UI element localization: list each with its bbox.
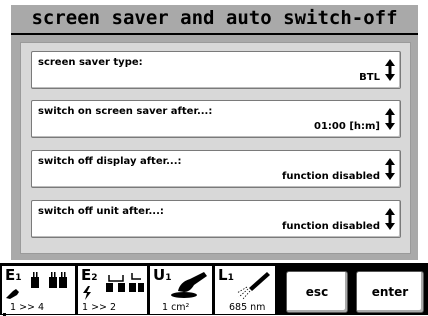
channel-l1-info: 685 nm xyxy=(229,302,266,313)
channel-u1-info: 1 cm² xyxy=(162,302,190,313)
enter-button[interactable]: enter xyxy=(356,271,424,313)
setting-display-off-delay[interactable]: switch off display after...: function di… xyxy=(31,150,401,188)
lightning-icon xyxy=(83,286,91,300)
setting-label: switch on screen saver after...: xyxy=(38,106,213,117)
channel-l1-label: L1 xyxy=(218,266,234,284)
setting-label: switch off unit after...: xyxy=(38,206,164,217)
setting-screen-saver-delay[interactable]: switch on screen saver after...: 01:00 [… xyxy=(31,100,401,138)
footer-bar: E1 1 >> 4 E2 1 >> 2 U1 1 cm² L1 685 nm e… xyxy=(0,263,428,316)
setting-label: screen saver type: xyxy=(38,57,143,68)
up-down-arrow-icon[interactable] xyxy=(384,107,396,131)
channel-e1-label: E1 xyxy=(5,266,22,284)
up-down-arrow-icon[interactable] xyxy=(384,157,396,181)
setting-screen-saver-type[interactable]: screen saver type: BTL xyxy=(31,51,401,89)
up-down-arrow-icon[interactable] xyxy=(384,207,396,231)
channel-e2[interactable]: E2 1 >> 2 xyxy=(78,266,147,314)
channel-l1[interactable]: L1 685 nm xyxy=(215,266,275,314)
setting-value: function disabled xyxy=(281,171,380,182)
setting-value: function disabled xyxy=(281,221,380,232)
setting-value: 01:00 [h:m] xyxy=(314,121,380,132)
channel-e2-info: 1 >> 2 xyxy=(82,302,117,313)
channel-e1[interactable]: E1 1 >> 4 xyxy=(2,266,75,316)
up-down-arrow-icon[interactable] xyxy=(384,58,396,82)
setting-value: BTL xyxy=(359,72,380,83)
sensor-icon xyxy=(6,289,19,299)
laser-probe-icon xyxy=(236,272,270,300)
ultrasound-probe-icon xyxy=(171,272,207,298)
setting-label: switch off display after...: xyxy=(38,156,182,167)
title-divider xyxy=(11,33,418,35)
channel-e2-label: E2 xyxy=(81,266,98,284)
settings-panel: screen saver type: BTL switch on screen … xyxy=(20,42,411,254)
socket-pair-icon xyxy=(106,273,144,292)
probe-pair-icon xyxy=(31,272,67,288)
esc-button[interactable]: esc xyxy=(286,271,348,313)
setting-unit-off-delay[interactable]: switch off unit after...: function disab… xyxy=(31,200,401,238)
channel-e1-info: 1 >> 4 xyxy=(10,302,45,313)
page-title: screen saver and auto switch-off xyxy=(31,7,398,29)
channel-u1[interactable]: U1 1 cm² xyxy=(150,266,212,314)
settings-screen: screen saver and auto switch-off screen … xyxy=(11,5,418,260)
